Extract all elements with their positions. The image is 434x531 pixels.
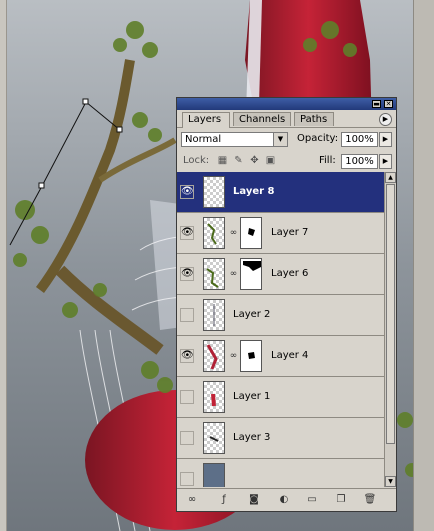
blend-mode-select[interactable]: Normal ▼: [181, 132, 288, 147]
link-layers-icon[interactable]: ∞: [185, 494, 199, 506]
layer-row[interactable]: 👁 Layer 8: [177, 172, 384, 213]
layer-content-preview: [206, 268, 219, 288]
link-icon[interactable]: ∞: [229, 350, 238, 362]
blend-row: Normal ▼ Opacity: 100% ▶: [177, 128, 396, 150]
layer-name: Layer 1: [233, 391, 271, 402]
layer-row[interactable]: 👁 ∞ Layer 4: [177, 336, 384, 377]
visibility-toggle[interactable]: [180, 390, 194, 404]
opacity-label: Opacity:: [297, 133, 339, 144]
window-left-edge: [0, 0, 7, 531]
palette-tabs: Layers Channels Paths ▶: [177, 110, 396, 128]
visibility-toggle[interactable]: 👁: [180, 226, 194, 240]
layer-thumbnail: [203, 217, 225, 249]
layer-content-preview: [207, 223, 217, 245]
layer-row[interactable]: 👁 ∞ Layer 6: [177, 254, 384, 295]
layer-content-preview: [209, 436, 219, 442]
fill-slider-arrow-icon[interactable]: ▶: [379, 154, 392, 169]
layer-row[interactable]: 👁 ∞ Layer 7: [177, 213, 384, 254]
scroll-up-icon[interactable]: ▲: [385, 172, 396, 183]
visibility-toggle[interactable]: [180, 472, 194, 486]
trash-icon[interactable]: 🗑: [363, 494, 377, 506]
layer-thumbnail: [203, 258, 225, 290]
visibility-toggle[interactable]: 👁: [180, 185, 194, 199]
layer-thumbnail: [203, 463, 225, 487]
opacity-slider-arrow-icon[interactable]: ▶: [379, 132, 392, 147]
eye-icon: 👁: [181, 186, 194, 197]
layer-mask-thumbnail[interactable]: [240, 340, 262, 372]
link-icon[interactable]: ∞: [229, 227, 238, 239]
close-icon[interactable]: ✕: [384, 100, 393, 108]
layer-thumbnail: [203, 176, 225, 208]
visibility-toggle[interactable]: [180, 308, 194, 322]
layer-name: Layer 2: [233, 309, 271, 320]
fill-label: Fill:: [319, 155, 336, 166]
layer-content-preview: [211, 393, 216, 407]
lock-label: Lock:: [183, 155, 210, 166]
visibility-toggle[interactable]: [180, 431, 194, 445]
eye-icon: 👁: [181, 268, 194, 279]
layer-name: Layer 3: [233, 432, 271, 443]
eye-icon: 👁: [181, 227, 194, 238]
visibility-toggle[interactable]: 👁: [180, 267, 194, 281]
layer-thumbnail: [203, 381, 225, 413]
layer-content-preview: [213, 304, 215, 326]
mask-shape: [248, 228, 255, 236]
layer-row[interactable]: Layer 2: [177, 295, 384, 336]
adjustment-layer-icon[interactable]: ◐: [277, 494, 291, 506]
palette-bottom-bar: ∞ ƒ ◙ ◐ ▭ ❐ 🗑: [177, 488, 396, 511]
layer-name: Layer 4: [271, 350, 309, 361]
mask-shape: [243, 261, 261, 271]
tab-channels[interactable]: Channels: [233, 112, 291, 126]
link-icon[interactable]: ∞: [229, 268, 238, 280]
layer-content-preview: [206, 344, 218, 370]
chevron-down-icon[interactable]: ▼: [273, 133, 287, 146]
scroll-down-icon[interactable]: ▼: [385, 476, 396, 487]
layer-row-partial[interactable]: [177, 459, 384, 487]
layer-mask-thumbnail[interactable]: [240, 217, 262, 249]
new-group-icon[interactable]: ▭: [305, 494, 319, 506]
lock-all-icon[interactable]: ▣: [265, 155, 276, 166]
new-layer-icon[interactable]: ❐: [334, 494, 348, 506]
layers-scrollbar[interactable]: ▲ ▼: [384, 172, 396, 487]
layer-style-icon[interactable]: ƒ: [217, 494, 231, 506]
layer-name: Layer 6: [271, 268, 309, 279]
layer-name: Layer 8: [233, 186, 275, 197]
layer-row[interactable]: Layer 3: [177, 418, 384, 459]
visibility-toggle[interactable]: 👁: [180, 349, 194, 363]
lock-position-icon[interactable]: ✥: [249, 155, 260, 166]
add-mask-icon[interactable]: ◙: [247, 494, 261, 506]
scroll-thumb[interactable]: [386, 184, 395, 444]
minimize-icon[interactable]: ▬: [372, 100, 381, 108]
window-right-edge: [413, 0, 434, 531]
palette-titlebar[interactable]: ▬ ✕: [177, 98, 396, 110]
tab-layers[interactable]: Layers: [182, 112, 230, 128]
mask-shape: [248, 352, 255, 359]
eye-icon: 👁: [181, 350, 194, 361]
lock-image-icon[interactable]: ✎: [233, 155, 244, 166]
fill-input[interactable]: 100%: [341, 154, 378, 169]
opacity-input[interactable]: 100%: [341, 132, 378, 147]
layer-thumbnail: [203, 299, 225, 331]
layer-thumbnail: [203, 422, 225, 454]
tab-paths[interactable]: Paths: [294, 112, 334, 126]
layer-name: Layer 7: [271, 227, 309, 238]
blend-mode-value: Normal: [185, 134, 222, 145]
palette-menu-icon[interactable]: ▶: [379, 113, 392, 126]
layer-thumbnail: [203, 340, 225, 372]
layers-palette: ▬ ✕ Layers Channels Paths ▶ Normal ▼ Opa…: [176, 97, 397, 512]
lock-transparency-icon[interactable]: ▦: [217, 155, 228, 166]
layer-mask-thumbnail[interactable]: [240, 258, 262, 290]
layers-list: 👁 Layer 8 👁 ∞ Layer 7 👁 ∞ Layer 6 Layer …: [177, 172, 384, 487]
layer-row[interactable]: Layer 1: [177, 377, 384, 418]
lock-row: Lock: ▦ ✎ ✥ ▣ Fill: 100% ▶: [177, 150, 396, 173]
